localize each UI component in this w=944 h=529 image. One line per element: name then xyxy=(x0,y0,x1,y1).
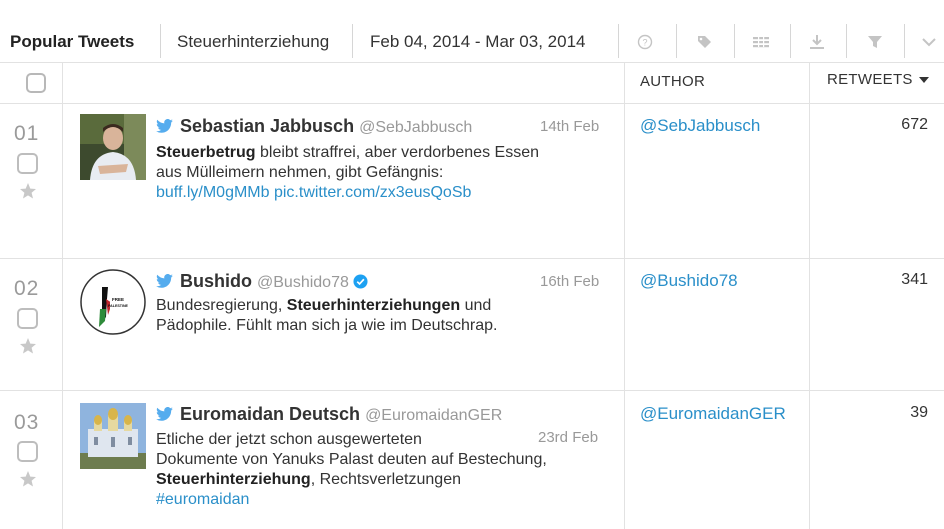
tweet-text-line: und xyxy=(460,297,492,314)
tweet-date: 23rd Feb xyxy=(538,429,599,446)
highlight-term: Steuerbetrug xyxy=(156,144,256,161)
author-link[interactable]: @Bushido78 xyxy=(640,271,738,291)
svg-text:PALESTINE: PALESTINE xyxy=(108,304,129,308)
table-header: AUTHOR RETWEETS xyxy=(0,62,944,104)
twitter-bird-icon xyxy=(156,407,173,421)
tweet-text: Bundesregierung, Steuerhinterziehungen u… xyxy=(156,296,498,336)
row-checkbox[interactable] xyxy=(17,153,38,174)
author-column-header[interactable]: AUTHOR xyxy=(640,73,705,90)
author-handle: @Bushido78 xyxy=(257,274,349,291)
star-icon[interactable] xyxy=(19,182,37,200)
date-range-picker[interactable]: Feb 04, 2014 - Mar 03, 2014 xyxy=(370,32,585,52)
avatar[interactable] xyxy=(80,403,146,469)
rank-number: 02 xyxy=(14,277,40,300)
author-link[interactable]: @SebJabbusch xyxy=(640,116,760,136)
toolbar-divider xyxy=(790,24,791,58)
retweets-header-label: RETWEETS xyxy=(827,71,913,88)
row-checkbox[interactable] xyxy=(17,308,38,329)
twitter-bird-icon xyxy=(156,119,173,133)
toolbar-divider xyxy=(676,24,677,58)
author-link[interactable]: @EuromaidanGER xyxy=(640,404,786,424)
tweet-text-line: Bundesregierung, xyxy=(156,297,287,314)
download-icon[interactable] xyxy=(808,34,826,50)
tweet-date: 16th Feb xyxy=(540,273,600,290)
sort-desc-icon xyxy=(918,77,929,84)
toolbar-divider xyxy=(352,24,353,58)
tweet-text-line: , Rechtsverletzungen xyxy=(310,471,461,488)
rank-number: 03 xyxy=(14,411,40,434)
tweet-date: 14th Feb xyxy=(540,118,600,135)
page-title: Popular Tweets xyxy=(10,32,135,51)
search-term[interactable]: Steuerhinterziehung xyxy=(177,32,329,52)
svg-text:FREE: FREE xyxy=(112,297,124,302)
hashtag-link[interactable]: #euromaidan xyxy=(156,490,547,510)
author-display-name: Sebastian Jabbusch xyxy=(180,116,355,136)
tweet-author-name[interactable]: Euromaidan Deutsch @EuromaidanGER xyxy=(180,404,502,425)
tweet-text-line: aus Mülleimern nehmen, gibt Gefängnis: xyxy=(156,164,444,181)
toolbar-divider xyxy=(734,24,735,58)
toolbar-divider xyxy=(160,24,161,58)
retweets-column-header[interactable]: RETWEETS xyxy=(827,71,929,88)
toolbar-divider xyxy=(846,24,847,58)
tweet-text-line: bleibt straffrei, aber verdorbenes Essen xyxy=(255,144,539,161)
avatar[interactable]: FREE PALESTINE xyxy=(80,269,146,335)
tweet-link[interactable]: buff.ly/M0gMMb pic.twitter.com/zx3eusQoS… xyxy=(156,183,539,203)
tweet-text: Steuerbetrug bleibt straffrei, aber verd… xyxy=(156,143,539,203)
tag-icon[interactable] xyxy=(695,34,713,50)
toolbar: Popular Tweets Steuerhinterziehung Feb 0… xyxy=(0,0,944,62)
rank-number: 01 xyxy=(14,122,40,145)
star-icon[interactable] xyxy=(19,470,37,488)
table-row: 01 Sebastian Jabbusch @SebJabbusch 14th … xyxy=(0,104,944,259)
retweet-count: 341 xyxy=(901,271,928,288)
toolbar-divider xyxy=(618,24,619,58)
toolbar-divider xyxy=(904,24,905,58)
author-handle: @SebJabbusch xyxy=(359,119,473,136)
author-display-name: Euromaidan Deutsch xyxy=(180,404,361,424)
twitter-bird-icon xyxy=(156,274,173,288)
select-all-checkbox[interactable] xyxy=(26,73,46,93)
retweet-count: 39 xyxy=(910,404,928,421)
tweet-author-name[interactable]: Sebastian Jabbusch @SebJabbusch xyxy=(180,116,472,137)
star-icon[interactable] xyxy=(19,337,37,355)
tweet-author-name[interactable]: Bushido @Bushido78 xyxy=(180,271,368,292)
author-display-name: Bushido xyxy=(180,271,252,291)
highlight-term: Steuerhinterziehung xyxy=(156,471,311,488)
chevron-down-icon[interactable] xyxy=(920,34,938,50)
tweet-text-line: Pädophile. Fühlt man sich ja wie im Deut… xyxy=(156,317,498,334)
columns-icon[interactable] xyxy=(752,34,770,50)
avatar[interactable] xyxy=(80,114,146,180)
help-icon[interactable]: ? xyxy=(636,34,654,50)
verified-badge-icon xyxy=(353,274,368,289)
table-row: 03 Euromaidan Deutsch @EuromaidanGER 23r… xyxy=(0,391,944,529)
tweet-text-line: Dokumente von Yanuks Palast deuten auf B… xyxy=(156,451,547,468)
retweet-count: 672 xyxy=(901,116,928,133)
highlight-term: Steuerhinterziehungen xyxy=(286,297,461,314)
tweet-text: Etliche der jetzt schon ausgewerteten Do… xyxy=(156,430,547,510)
author-handle: @EuromaidanGER xyxy=(365,407,503,424)
svg-text:?: ? xyxy=(642,38,647,48)
table-row: 02 FREE PALESTINE Bushido @Bushido78 16t… xyxy=(0,259,944,391)
row-checkbox[interactable] xyxy=(17,441,38,462)
filter-icon[interactable] xyxy=(866,34,884,50)
tweet-text-line: Etliche der jetzt schon ausgewerteten xyxy=(156,431,422,448)
